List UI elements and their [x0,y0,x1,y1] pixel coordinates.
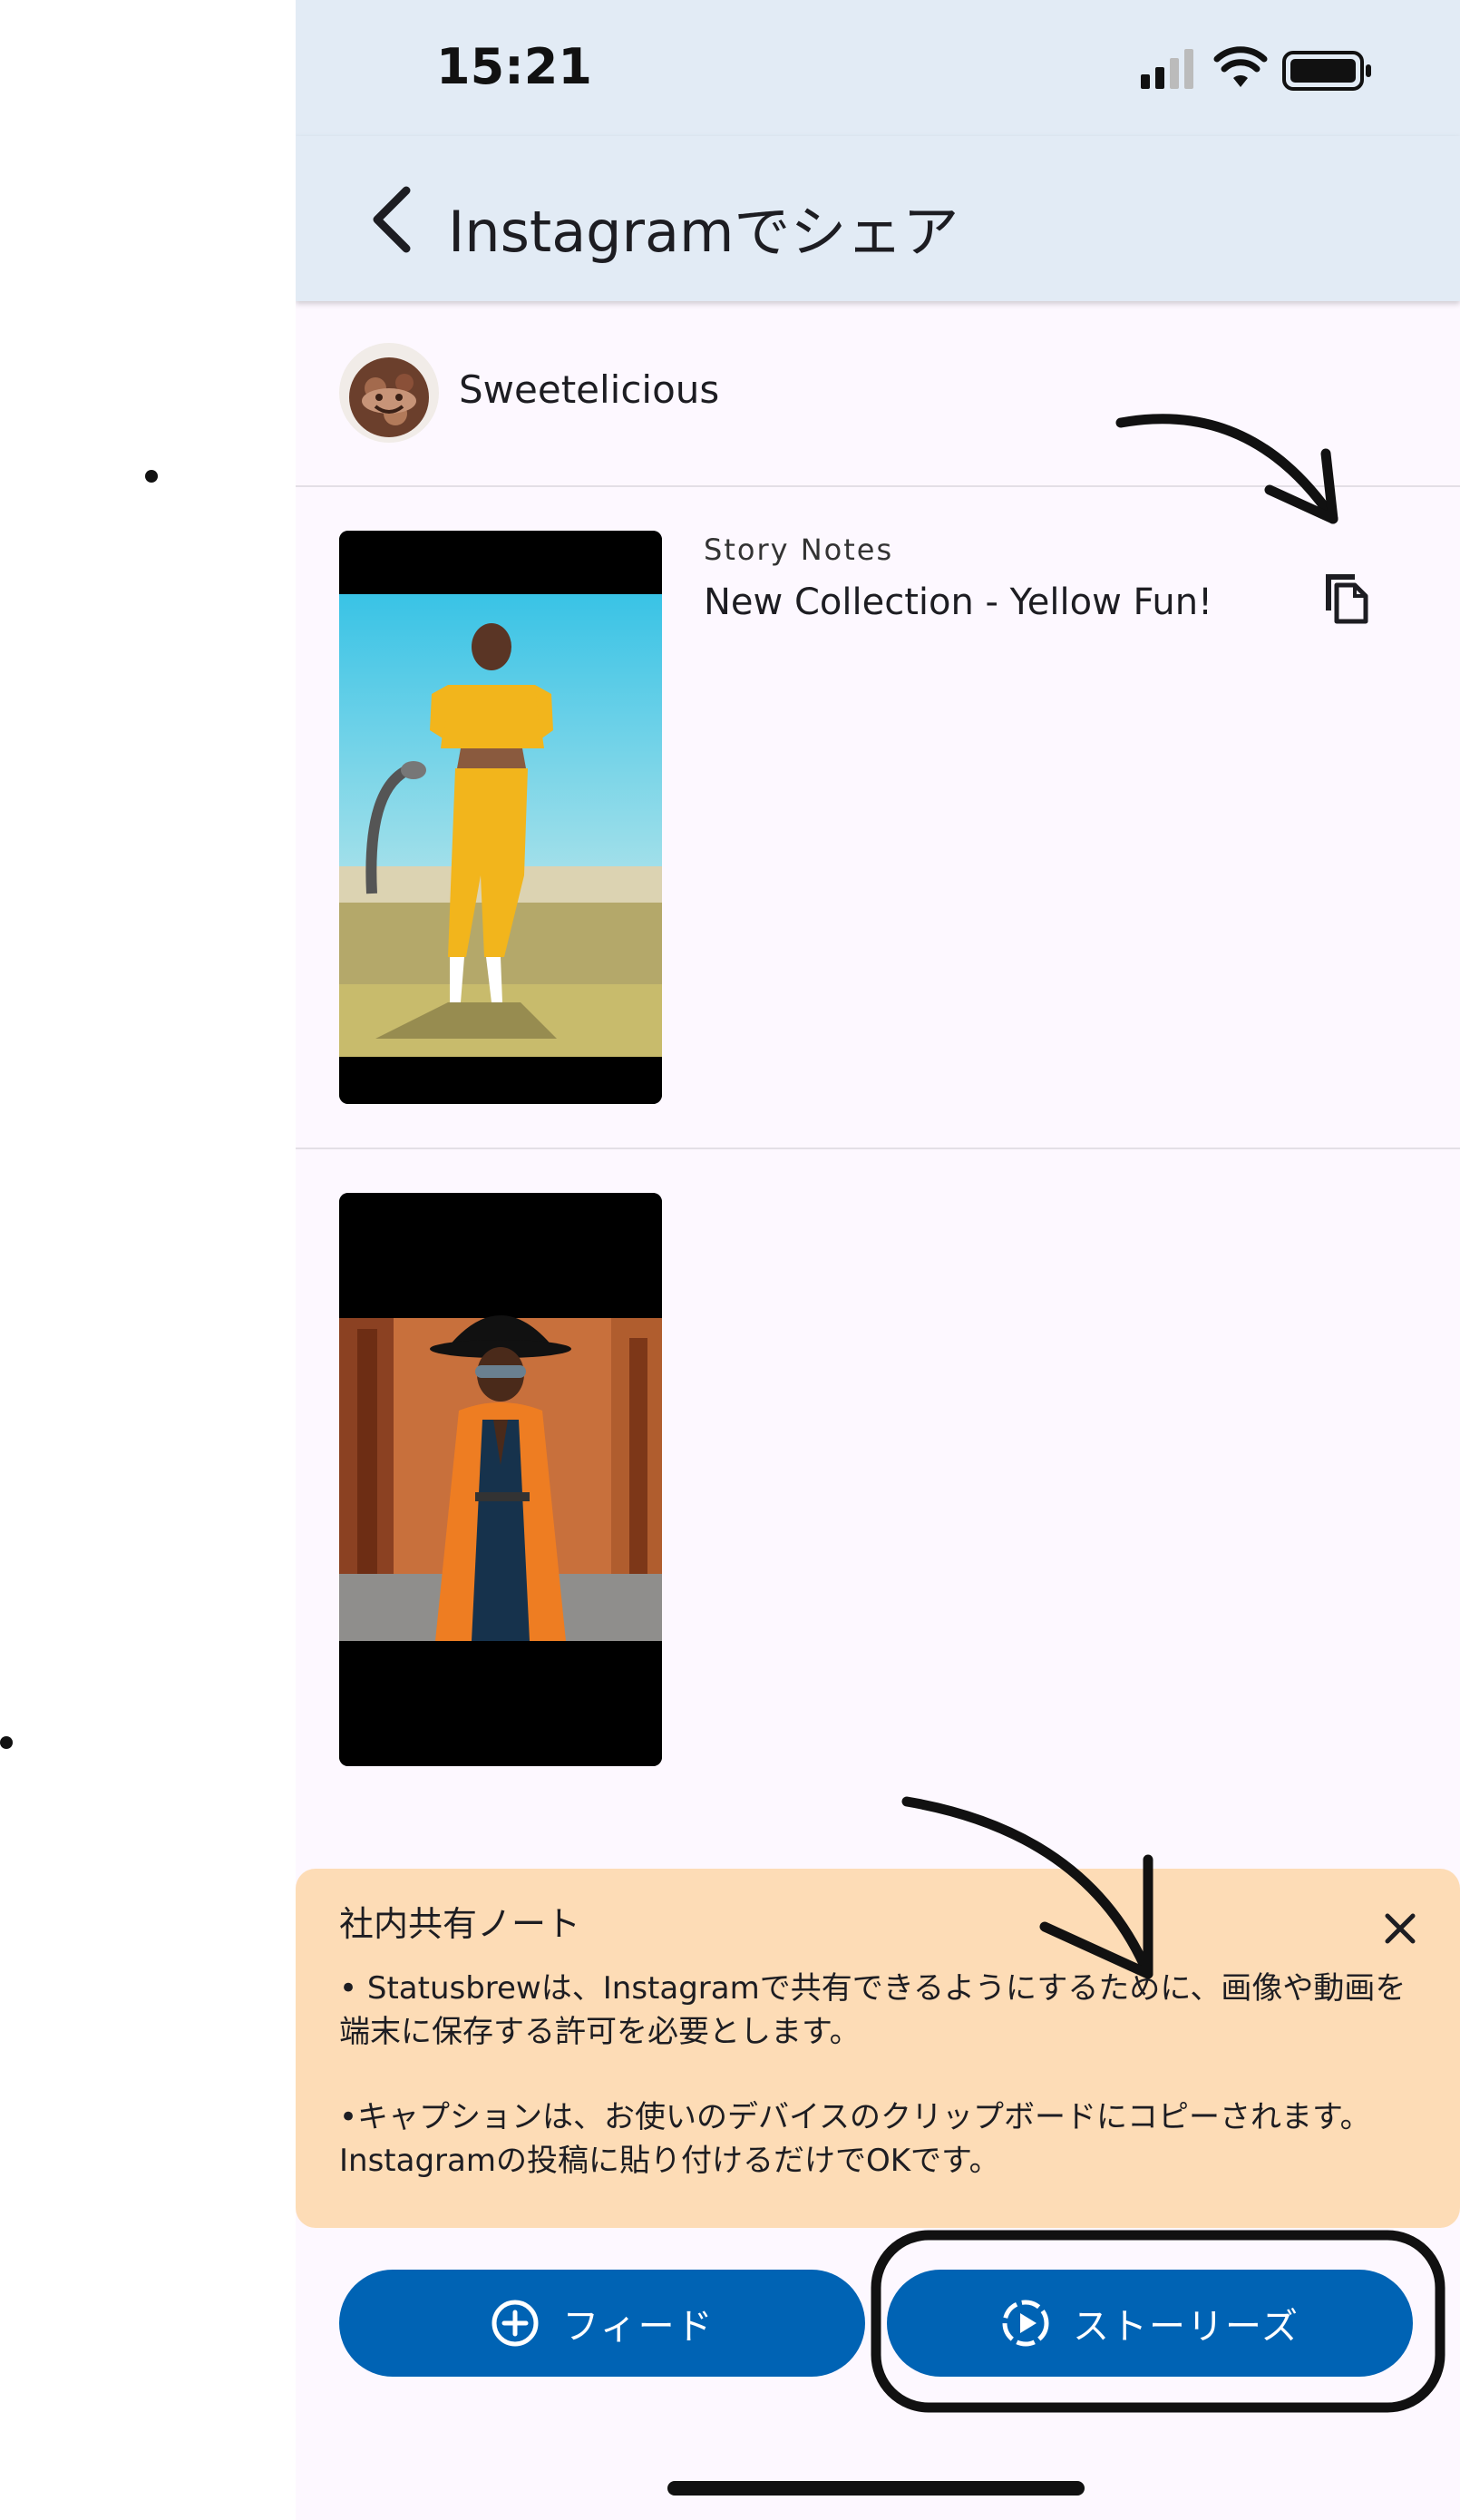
status-bar: 15:21 [296,0,1460,136]
account-row: Sweetelicious [296,313,1460,487]
info-notice: 社内共有ノート • Statusbrewは、Instagramで共有できるように… [296,1869,1460,2228]
chevron-left-icon [373,186,411,253]
media-thumbnail[interactable] [339,1193,662,1766]
stories-button[interactable]: ストーリーズ [887,2270,1413,2377]
status-time: 15:21 [436,38,592,95]
signal-icon [1141,49,1193,89]
status-icons [1141,46,1371,91]
media-list-item: Story Notes New Collection - Yellow Fun! [296,487,1460,1149]
stories-button-label: ストーリーズ [1073,2306,1299,2348]
media-thumbnail[interactable] [339,531,662,1104]
home-indicator [667,2481,1085,2496]
battery-icon [1282,51,1371,91]
notice-paragraph: • Statusbrewは、Instagramで共有できるようにするために、画像… [339,1970,1406,2050]
app-bar: Instagramでシェア [296,136,1460,301]
screenshot-canvas: 15:21 Instagramでシェア Sweetelicious Story … [0,0,1460,2520]
avatar-image [339,343,439,443]
feed-button[interactable]: フィード [339,2270,865,2377]
phone-screen: 15:21 Instagramでシェア Sweetelicious Story … [296,0,1460,2520]
story-notes-label: Story Notes [704,532,894,567]
copy-icon [1326,574,1368,624]
back-button[interactable] [350,174,441,265]
annotation-dot [0,1736,13,1749]
feed-button-label: フィード [562,2306,715,2348]
annotation-dot [145,470,158,483]
media-list-item [296,1149,1460,1784]
photo-orange-coat [339,1193,662,1766]
copy-button[interactable] [1319,563,1373,627]
plus-circle-icon [492,2300,539,2347]
photo-yellow-outfit [339,531,662,1104]
close-icon [1385,1913,1416,1944]
notice-title: 社内共有ノート [339,1904,581,1944]
stories-play-icon [1002,2300,1049,2347]
page-title: Instagramでシェア [448,199,959,265]
notice-close-button[interactable] [1373,1901,1427,1956]
wifi-icon [1213,46,1268,87]
story-notes-text: New Collection - Yellow Fun! [704,581,1213,623]
account-name: Sweetelicious [459,367,720,412]
notice-paragraph: •キャプションは、お使いのデバイスのクリップボードにコピーされます。Instag… [339,2099,1371,2179]
avatar[interactable] [339,343,439,443]
